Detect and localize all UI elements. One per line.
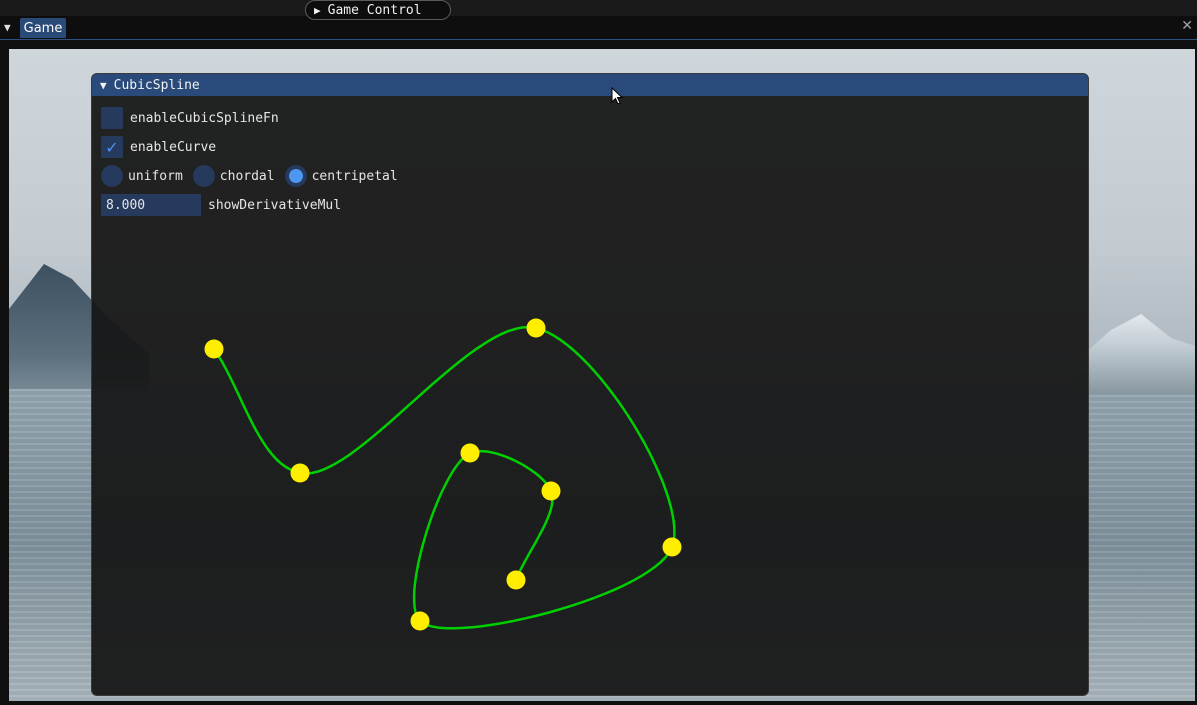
control-point-6[interactable] (541, 481, 561, 501)
control-point-2[interactable] (526, 318, 546, 338)
game-control-button[interactable]: ▶ Game Control (305, 0, 451, 20)
control-point-5[interactable] (460, 443, 480, 463)
game-control-label: Game Control (327, 2, 422, 18)
control-points (204, 318, 682, 631)
play-icon: ▶ (314, 3, 321, 17)
mouse-cursor-icon (611, 87, 623, 105)
control-point-1[interactable] (290, 463, 310, 483)
control-point-7[interactable] (506, 570, 526, 590)
spline-canvas[interactable] (0, 0, 1197, 705)
control-point-0[interactable] (204, 339, 224, 359)
control-point-3[interactable] (662, 537, 682, 557)
control-point-4[interactable] (410, 611, 430, 631)
spline-curve (212, 325, 676, 630)
